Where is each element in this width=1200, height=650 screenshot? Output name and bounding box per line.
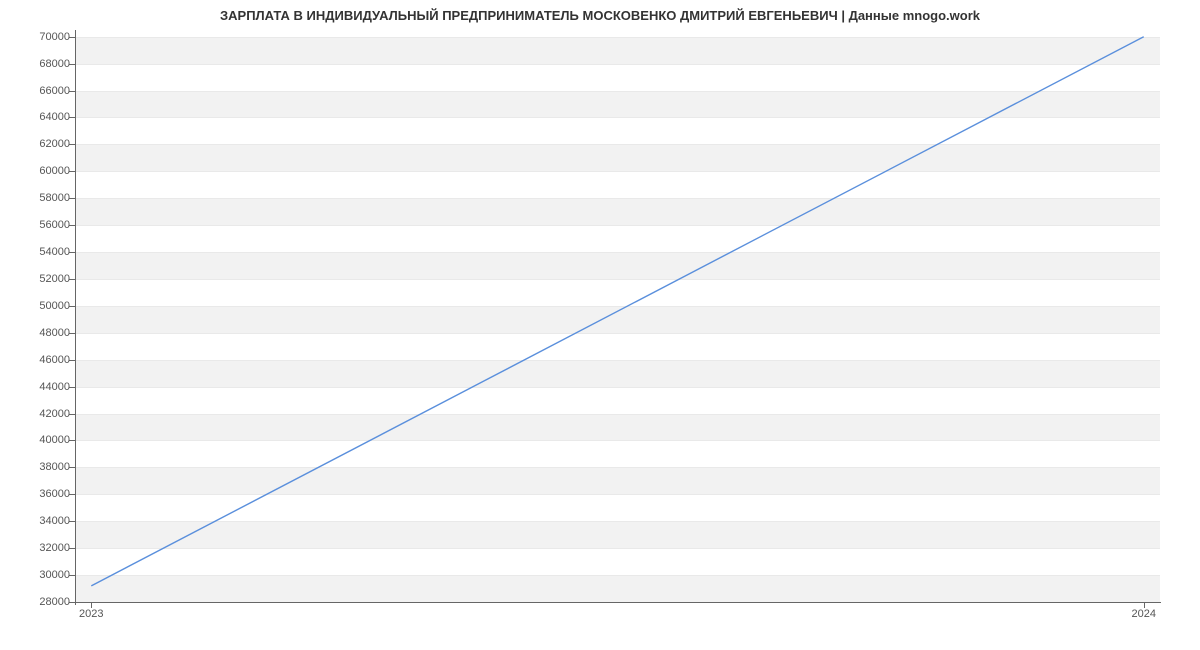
y-tick-label: 70000 (10, 31, 70, 43)
y-tick-label: 68000 (10, 58, 70, 70)
y-tick-label: 66000 (10, 85, 70, 97)
y-tick-label: 48000 (10, 327, 70, 339)
y-tick-label: 34000 (10, 515, 70, 527)
y-tick-label: 42000 (10, 408, 70, 420)
y-tick-label: 56000 (10, 219, 70, 231)
y-tick-label: 44000 (10, 381, 70, 393)
x-tick-label: 2023 (79, 608, 103, 620)
y-tick-label: 54000 (10, 246, 70, 258)
y-tick-label: 52000 (10, 273, 70, 285)
y-tick-label: 30000 (10, 569, 70, 581)
y-tick-label: 58000 (10, 192, 70, 204)
series-line-salary (91, 37, 1143, 586)
y-tick-label: 62000 (10, 138, 70, 150)
chart-line-layer (75, 30, 1160, 602)
y-tick-label: 50000 (10, 300, 70, 312)
axis-x (75, 602, 1161, 603)
y-tick-label: 40000 (10, 434, 70, 446)
x-tick-label: 2024 (1131, 608, 1155, 620)
chart-title: ЗАРПЛАТА В ИНДИВИДУАЛЬНЫЙ ПРЕДПРИНИМАТЕЛ… (0, 8, 1200, 23)
y-tick-label: 38000 (10, 461, 70, 473)
y-tick-label: 28000 (10, 596, 70, 608)
y-tick-label: 32000 (10, 542, 70, 554)
y-tick-label: 64000 (10, 111, 70, 123)
y-tick-label: 36000 (10, 488, 70, 500)
y-tick-label: 46000 (10, 354, 70, 366)
y-tick-label: 60000 (10, 165, 70, 177)
